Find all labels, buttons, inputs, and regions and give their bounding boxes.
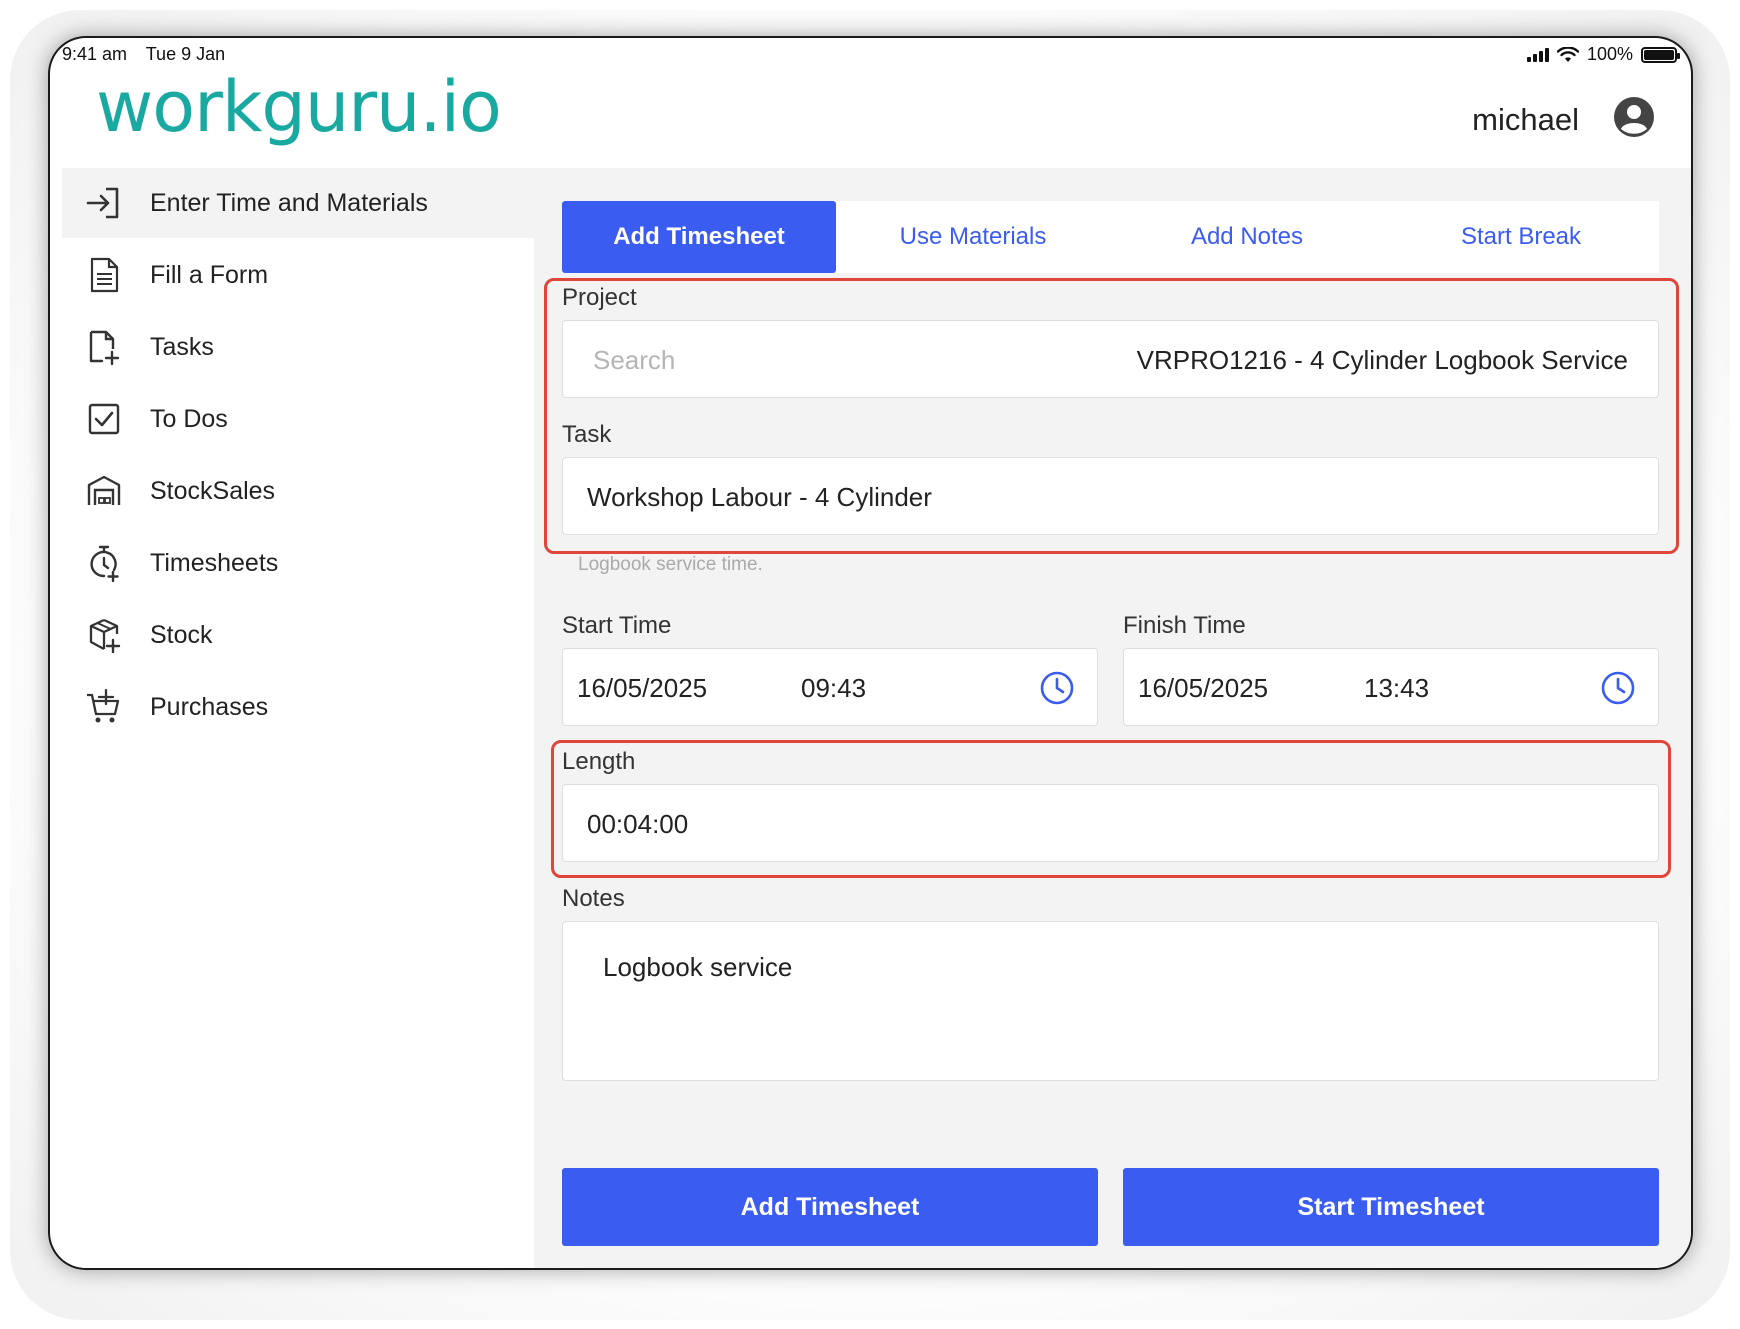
- sidebar-item-timesheets[interactable]: Timesheets: [62, 528, 534, 598]
- user-name[interactable]: michael: [1472, 102, 1579, 138]
- sidebar-item-stocksales[interactable]: StockSales: [62, 456, 534, 526]
- battery-icon: [1641, 46, 1680, 63]
- finish-date: 16/05/2025: [1138, 673, 1269, 703]
- clock-icon[interactable]: [1600, 670, 1636, 706]
- start-timesheet-button[interactable]: Start Timesheet: [1123, 1168, 1659, 1246]
- sidebar-item-enter-time[interactable]: Enter Time and Materials: [62, 168, 534, 238]
- finish-time-label: Finish Time: [1123, 612, 1246, 639]
- sidebar-item-todos[interactable]: To Dos: [62, 384, 534, 454]
- main-panel: Add Timesheet Use Materials Add Notes St…: [534, 168, 1691, 1268]
- sidebar-item-label: Purchases: [150, 692, 269, 721]
- tablet-screen: 9:41 am Tue 9 Jan 100% workguru.io micha…: [50, 38, 1691, 1268]
- tab-start-break[interactable]: Start Break: [1384, 201, 1658, 273]
- clock-icon[interactable]: [1039, 670, 1075, 706]
- highlight-box-length: [551, 740, 1671, 878]
- box-icon: [89, 618, 121, 654]
- stopwatch-icon: [90, 545, 119, 583]
- tablet-frame: 9:41 am Tue 9 Jan 100% workguru.io micha…: [48, 36, 1693, 1270]
- sidebar-item-purchases[interactable]: Purchases: [62, 672, 534, 742]
- wifi-icon: [1556, 46, 1579, 62]
- notes-textarea[interactable]: Logbook service: [562, 921, 1659, 1081]
- tab-add-timesheet[interactable]: Add Timesheet: [562, 201, 836, 273]
- battery-percent: 100%: [1586, 44, 1633, 64]
- task-hint: Logbook service time.: [578, 554, 763, 575]
- enter-icon: [86, 187, 119, 219]
- start-time-field[interactable]: 16/05/2025 09:43: [562, 648, 1098, 726]
- sidebar: Enter Time and Materials Fill a Form Tas…: [62, 168, 534, 1268]
- sidebar-item-stock[interactable]: Stock: [62, 600, 534, 670]
- add-timesheet-button[interactable]: Add Timesheet: [562, 1168, 1098, 1246]
- signal-icon: [1526, 47, 1549, 62]
- form-icon: [90, 257, 119, 293]
- start-date: 16/05/2025: [577, 673, 708, 703]
- task-add-icon: [89, 330, 120, 366]
- sidebar-item-tasks[interactable]: Tasks: [62, 312, 534, 382]
- sidebar-item-label: To Dos: [150, 404, 228, 433]
- sidebar-item-label: Enter Time and Materials: [150, 188, 428, 217]
- checkbox-icon: [88, 403, 120, 435]
- sidebar-item-label: Stock: [150, 620, 213, 649]
- sidebar-item-label: Tasks: [150, 332, 214, 361]
- notes-value: Logbook service: [603, 952, 793, 982]
- cart-icon: [87, 688, 120, 723]
- start-time: 09:43: [801, 673, 867, 703]
- notes-label: Notes: [562, 885, 625, 912]
- tab-use-materials[interactable]: Use Materials: [836, 201, 1110, 273]
- status-time: 9:41 am: [62, 44, 128, 64]
- sidebar-item-label: Fill a Form: [150, 260, 269, 289]
- warehouse-icon: [87, 475, 121, 505]
- status-date: Tue 9 Jan: [145, 44, 226, 64]
- finish-time-field[interactable]: 16/05/2025 13:43: [1123, 648, 1659, 726]
- sidebar-item-fill-form[interactable]: Fill a Form: [62, 240, 534, 310]
- workguru-logo: workguru.io: [96, 66, 502, 148]
- start-time-label: Start Time: [562, 612, 672, 639]
- sidebar-item-label: StockSales: [150, 476, 276, 505]
- highlight-box-project-task: [544, 278, 1679, 554]
- finish-time: 13:43: [1364, 673, 1430, 703]
- tab-bar: Add Timesheet Use Materials Add Notes St…: [562, 201, 1659, 273]
- tab-add-notes[interactable]: Add Notes: [1110, 201, 1384, 273]
- user-avatar-icon[interactable]: [1613, 96, 1655, 138]
- sidebar-item-label: Timesheets: [150, 548, 279, 577]
